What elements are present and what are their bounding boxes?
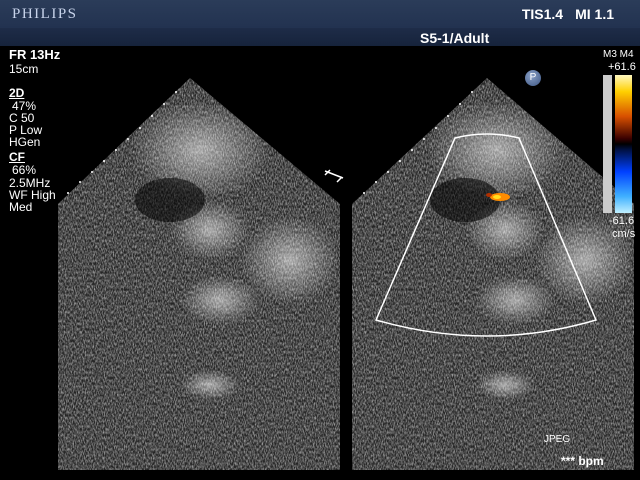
probe-preset-label: S5-1/Adult <box>420 30 490 46</box>
velocity-min: -61.6 <box>609 215 635 227</box>
tis-value: TIS1.4 <box>521 6 564 22</box>
ultrasound-scan-area <box>58 75 634 470</box>
frame-rate: FR 13Hz <box>9 47 61 62</box>
heart-rate-readout: *** bpm <box>561 454 604 468</box>
flow-setting: Med <box>9 200 33 214</box>
right-color-doppler-image <box>352 78 634 470</box>
thermal-mechanical-indices: TIS1.4 MI 1.1 <box>522 6 614 22</box>
mi-value: MI 1.1 <box>575 6 614 22</box>
velocity-max: +61.6 <box>608 61 636 73</box>
color-scale-bar <box>615 75 632 213</box>
gain-cf: 66% <box>12 163 37 177</box>
sub-header-bar <box>0 28 640 46</box>
depth-value: 15cm <box>9 62 39 76</box>
brand-logo: PHILIPS <box>12 6 78 22</box>
velocity-unit: cm/s <box>612 228 636 240</box>
focus-marker-icon[interactable] <box>324 169 344 183</box>
color-map-label: M3 M4 <box>603 49 634 60</box>
left-bmode-image <box>58 78 340 470</box>
mode-2d-heading: 2D <box>9 86 25 100</box>
grayscale-bar <box>603 75 612 213</box>
p-orientation-icon: P <box>525 70 541 86</box>
frequency-2d: HGen <box>9 135 41 149</box>
mode-cf-heading: CF <box>9 150 25 164</box>
image-format-label: JPEG <box>544 434 571 445</box>
